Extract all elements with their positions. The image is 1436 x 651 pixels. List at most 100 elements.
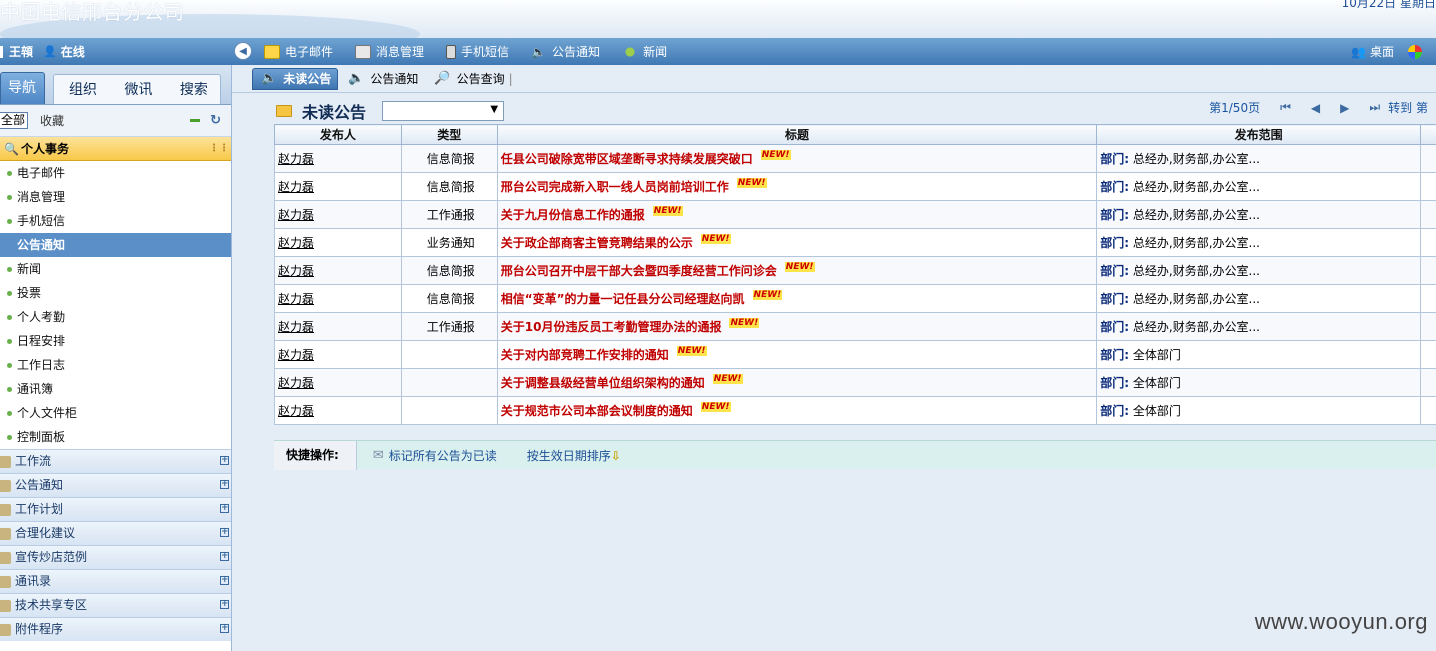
expand-icon[interactable]: + bbox=[220, 576, 229, 585]
table-row[interactable]: 赵力磊 关于对内部竞聘工作安排的通知 NEW! 部门: 全体部门 bbox=[274, 340, 1436, 369]
sidebar-item[interactable]: 控制面板 bbox=[0, 425, 231, 449]
goto-page-link[interactable]: 转到 第 bbox=[1388, 99, 1428, 116]
table-row[interactable]: 赵力磊 工作通报 关于10月份违反员工考勤管理办法的通报 NEW! 部门: 总经办,财务… bbox=[274, 312, 1436, 341]
sidebar-item[interactable]: 投票 bbox=[0, 281, 231, 305]
type-filter-select[interactable]: ▼ bbox=[382, 101, 505, 121]
publisher-link[interactable]: 赵力磊 bbox=[278, 264, 314, 278]
expand-icon[interactable]: + bbox=[220, 456, 229, 465]
sidebar-item[interactable]: 个人文件柜 bbox=[0, 401, 231, 425]
sidebar-group[interactable]: 工作计划 + bbox=[0, 497, 231, 521]
table-row[interactable]: 赵力磊 信息简报 任县公司破除宽带区域垄断寻求持续发展突破口 NEW! 部门: 总经办,… bbox=[274, 144, 1436, 173]
table-row[interactable]: 赵力磊 业务通知 关于政企部商客主管竞聘结果的公示 NEW! 部门: 总经办,财务部,办… bbox=[274, 228, 1436, 257]
sidebar-tab-group: 组织 微讯 搜索 bbox=[53, 74, 221, 104]
notice-title-link[interactable]: 关于10月份违反员工考勤管理办法的通报 bbox=[501, 320, 722, 334]
sort-by-date-link[interactable]: 按生效日期排序⇩ bbox=[527, 447, 621, 464]
publisher-link[interactable]: 赵力磊 bbox=[278, 208, 314, 222]
topnav-notices[interactable]: 🔈 公告通知 bbox=[531, 43, 600, 60]
notice-title-link[interactable]: 关于对内部竞聘工作安排的通知 bbox=[501, 348, 669, 362]
publisher-link[interactable]: 赵力磊 bbox=[278, 292, 314, 306]
table-row[interactable]: 赵力磊 信息简报 邢台公司完成新入职一线人员岗前培训工作 NEW! 部门: 总经办,财务… bbox=[274, 172, 1436, 201]
favorites-link[interactable]: 收藏 bbox=[40, 112, 64, 129]
publisher-link[interactable]: 赵力磊 bbox=[278, 236, 314, 250]
section-personal-affairs[interactable]: 🔍 个人事务 ⋮⋮ bbox=[0, 137, 231, 161]
sidebar-item[interactable]: 消息管理 bbox=[0, 185, 231, 209]
col-scope[interactable]: 发布范围 bbox=[1096, 124, 1421, 145]
sidebar-group[interactable]: 宣传炒店范例 + bbox=[0, 545, 231, 569]
sidebar-group[interactable]: 公告通知 + bbox=[0, 473, 231, 497]
expand-icon[interactable]: + bbox=[220, 624, 229, 633]
mark-all-read-link[interactable]: ✉ 标记所有公告为已读 bbox=[373, 447, 497, 464]
collapse-all-icon[interactable] bbox=[190, 119, 201, 122]
sidebar-group[interactable]: 合理化建议 + bbox=[0, 521, 231, 545]
sidebar-item-label: 个人文件柜 bbox=[17, 406, 78, 420]
publisher-link[interactable]: 赵力磊 bbox=[278, 320, 314, 334]
watermark: www.wooyun.org bbox=[1254, 609, 1428, 634]
topnav-messages[interactable]: 消息管理 bbox=[355, 43, 424, 60]
publisher-link[interactable]: 赵力磊 bbox=[278, 180, 314, 194]
expand-icon[interactable]: + bbox=[220, 600, 229, 609]
tab-microchat[interactable]: 微讯 bbox=[124, 82, 152, 98]
scope-label: 部门: bbox=[1100, 292, 1130, 306]
sidebar-item[interactable]: 手机短信 bbox=[0, 209, 231, 233]
publisher-link[interactable]: 赵力磊 bbox=[278, 404, 314, 418]
prev-page-icon[interactable]: ◀ bbox=[1311, 101, 1320, 115]
publisher-link[interactable]: 赵力磊 bbox=[278, 152, 314, 166]
tab-organization[interactable]: 组织 bbox=[69, 82, 97, 98]
sidebar-item[interactable]: 工作日志 bbox=[0, 353, 231, 377]
sidebar-item[interactable]: 通讯簿 bbox=[0, 377, 231, 401]
publisher-link[interactable]: 赵力磊 bbox=[278, 376, 314, 390]
publisher-link[interactable]: 赵力磊 bbox=[278, 348, 314, 362]
next-page-icon[interactable]: ▶ bbox=[1340, 101, 1349, 115]
sidebar-group[interactable]: 通讯录 + bbox=[0, 569, 231, 593]
expand-icon[interactable]: + bbox=[220, 480, 229, 489]
tab-search[interactable]: 搜索 bbox=[180, 82, 208, 98]
table-row[interactable]: 赵力磊 关于调整县级经营单位组织架构的通知 NEW! 部门: 全体部门 bbox=[274, 368, 1436, 397]
sidebar-item[interactable]: 个人考勤 bbox=[0, 305, 231, 329]
col-title[interactable]: 标题 bbox=[496, 124, 1098, 145]
notice-title-link[interactable]: 关于九月份信息工作的通报 bbox=[501, 208, 645, 222]
notice-title-link[interactable]: 任县公司破除宽带区域垄断寻求持续发展突破口 bbox=[501, 152, 753, 166]
expand-icon[interactable]: + bbox=[220, 528, 229, 537]
col-publisher[interactable]: 发布人 bbox=[274, 124, 402, 145]
pager: 第1/50页 ⏮ ◀ ▶ ⏭ 转到 第 bbox=[1209, 99, 1428, 116]
table-row[interactable]: 赵力磊 关于规范市公司本部会议制度的通知 NEW! 部门: 全体部门 bbox=[274, 396, 1436, 425]
notice-title-link[interactable]: 邢台公司完成新入职一线人员岗前培训工作 bbox=[501, 180, 729, 194]
refresh-icon[interactable]: ↻ bbox=[210, 113, 221, 128]
notice-title-link[interactable]: 关于政企部商客主管竞聘结果的公示 bbox=[501, 236, 693, 250]
topnav-sms[interactable]: 手机短信 bbox=[446, 43, 509, 60]
topnav-email[interactable]: 电子邮件 bbox=[264, 43, 333, 60]
sidebar-group[interactable]: 工作流 + bbox=[0, 449, 231, 473]
new-badge: NEW! bbox=[652, 206, 683, 216]
sidebar-item[interactable]: 日程安排 bbox=[0, 329, 231, 353]
user-status-icon: 👤 bbox=[43, 45, 57, 58]
last-page-icon[interactable]: ⏭ bbox=[1369, 100, 1380, 115]
theme-color-icon[interactable] bbox=[1408, 44, 1422, 59]
all-button[interactable]: 全部 bbox=[0, 112, 29, 129]
tab-notices[interactable]: 🔈 公告通知 bbox=[340, 68, 424, 90]
new-badge: NEW! bbox=[760, 150, 791, 160]
sidebar-group[interactable]: 技术共享专区 + bbox=[0, 593, 231, 617]
sidebar-item[interactable]: 新闻 bbox=[0, 257, 231, 281]
expand-icon[interactable]: + bbox=[220, 504, 229, 513]
tab-notice-query[interactable]: 🔎 公告查询 | bbox=[426, 68, 518, 90]
expand-icon[interactable]: + bbox=[220, 552, 229, 561]
notice-title-link[interactable]: 关于调整县级经营单位组织架构的通知 bbox=[501, 376, 705, 390]
tab-unread-notices[interactable]: 🔈 未读公告 bbox=[252, 67, 339, 90]
first-page-icon[interactable]: ⏮ bbox=[1280, 100, 1291, 115]
col-type[interactable]: 类型 bbox=[400, 124, 498, 145]
notice-title-link[interactable]: 邢台公司召开中层干部大会暨四季度经营工作问诊会 bbox=[501, 264, 777, 278]
sidebar-item[interactable]: 公告通知 bbox=[0, 233, 231, 257]
notice-title-link[interactable]: 关于规范市公司本部会议制度的通知 bbox=[501, 404, 693, 418]
sidebar-group[interactable]: 附件程序 + bbox=[0, 617, 231, 641]
table-row[interactable]: 赵力磊 信息简报 相信“变革”的力量一记任县分公司经理赵向凯 NEW! 部门: 总经办,… bbox=[274, 284, 1436, 313]
notice-title-link[interactable]: 相信“变革”的力量一记任县分公司经理赵向凯 bbox=[501, 292, 745, 306]
table-row[interactable]: 赵力磊 工作通报 关于九月份信息工作的通报 NEW! 部门: 总经办,财务部,办公室..… bbox=[274, 200, 1436, 229]
tab-navigation[interactable]: 导航 bbox=[0, 72, 45, 104]
user-status[interactable]: 在线 bbox=[61, 43, 85, 60]
table-row[interactable]: 赵力磊 信息简报 邢台公司召开中层干部大会暨四季度经营工作问诊会 NEW! 部门: 总经… bbox=[274, 256, 1436, 285]
scope-cell: 部门: 总经办,财务部,办公室... bbox=[1096, 256, 1421, 285]
topnav-news[interactable]: 新闻 bbox=[622, 43, 667, 60]
sidebar-item[interactable]: 电子邮件 bbox=[0, 161, 231, 185]
collapse-sidebar-icon[interactable]: ◀ bbox=[234, 42, 252, 60]
desktop-link[interactable]: 👥 桌面 bbox=[1351, 38, 1422, 65]
